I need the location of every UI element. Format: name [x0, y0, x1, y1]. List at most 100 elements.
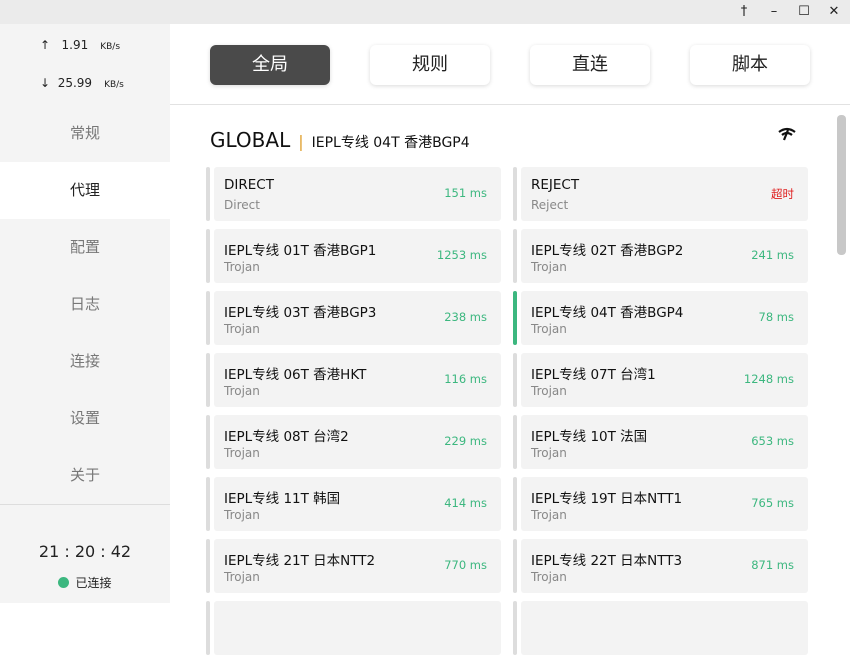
- proxy-delay[interactable]: 1253 ms: [437, 248, 487, 262]
- proxy-name: IEPL专线 07T 台湾1: [531, 367, 656, 383]
- close-button[interactable]: ✕: [825, 3, 843, 21]
- clock: 21 : 20 : 42: [38, 542, 132, 561]
- proxy-card[interactable]: DIRECT Direct 151 ms: [214, 167, 501, 221]
- proxy-name: IEPL专线 01T 香港BGP1: [224, 243, 377, 259]
- selection-indicator: [206, 353, 210, 407]
- proxy-name: IEPL专线 19T 日本NTT1: [531, 491, 683, 507]
- proxy-type: Trojan: [531, 260, 567, 274]
- proxy-delay[interactable]: 414 ms: [444, 496, 487, 510]
- proxy-delay[interactable]: 78 ms: [759, 310, 794, 324]
- mode-button[interactable]: 规则: [370, 45, 490, 85]
- proxy-card[interactable]: IEPL专线 02T 香港BGP2 Trojan 241 ms: [521, 229, 808, 283]
- maximize-button[interactable]: ☐: [795, 3, 813, 21]
- proxy-delay[interactable]: 超时: [771, 186, 794, 202]
- proxy-card[interactable]: IEPL专线 19T 日本NTT1 Trojan 765 ms: [521, 477, 808, 531]
- proxy-card[interactable]: IEPL专线 01T 香港BGP1 Trojan 1253 ms: [214, 229, 501, 283]
- proxy-card[interactable]: [521, 601, 808, 655]
- proxy-delay[interactable]: 1248 ms: [744, 372, 794, 386]
- selection-indicator: [513, 353, 517, 407]
- upload-arrow-icon: ↑: [40, 38, 51, 52]
- download-unit: KB/s: [104, 80, 124, 90]
- selection-indicator: [206, 415, 210, 469]
- selection-indicator: [206, 167, 210, 221]
- selection-indicator: [513, 539, 517, 593]
- traffic-panel: ↑ 1.91 KB/s ↓ 25.99 KB/s: [0, 24, 170, 104]
- download-arrow-icon: ↓: [40, 76, 51, 90]
- proxy-type: Trojan: [224, 570, 260, 584]
- proxy-type: Trojan: [531, 384, 567, 398]
- group-header: GLOBAL | IEPL专线 04T 香港BGP4: [210, 128, 470, 152]
- selection-indicator: [206, 229, 210, 283]
- proxy-card[interactable]: IEPL专线 07T 台湾1 Trojan 1248 ms: [521, 353, 808, 407]
- latency-test-icon[interactable]: [778, 127, 796, 145]
- proxy-delay[interactable]: 653 ms: [751, 434, 794, 448]
- proxy-name: IEPL专线 21T 日本NTT2: [224, 553, 376, 569]
- proxy-delay[interactable]: 765 ms: [751, 496, 794, 510]
- proxy-delay[interactable]: 241 ms: [751, 248, 794, 262]
- proxy-card[interactable]: [214, 601, 501, 655]
- proxy-card[interactable]: IEPL专线 11T 韩国 Trojan 414 ms: [214, 477, 501, 531]
- sidebar-item[interactable]: 关于: [0, 447, 170, 504]
- mode-button[interactable]: 脚本: [690, 45, 810, 85]
- sidebar-item[interactable]: 连接: [0, 333, 170, 390]
- proxy-type: Trojan: [531, 322, 567, 336]
- download-value: 25.99: [57, 76, 93, 90]
- proxy-type: Trojan: [224, 322, 260, 336]
- proxy-name: IEPL专线 22T 日本NTT3: [531, 553, 683, 569]
- proxy-delay[interactable]: 871 ms: [751, 558, 794, 572]
- proxy-name: IEPL专线 03T 香港BGP3: [224, 305, 377, 321]
- download-speed: ↓ 25.99 KB/s: [40, 76, 124, 90]
- proxy-delay[interactable]: 229 ms: [444, 434, 487, 448]
- sidebar-item[interactable]: 配置: [0, 219, 170, 276]
- proxy-type: Trojan: [224, 446, 260, 460]
- title-bar: † – ☐ ✕: [0, 0, 850, 24]
- selection-indicator: [513, 229, 517, 283]
- proxy-card[interactable]: IEPL专线 10T 法国 Trojan 653 ms: [521, 415, 808, 469]
- proxy-delay[interactable]: 151 ms: [444, 186, 487, 200]
- upload-unit: KB/s: [100, 42, 121, 52]
- separator: |: [298, 132, 304, 151]
- sidebar-item[interactable]: 常规: [0, 105, 170, 162]
- proxy-delay[interactable]: 770 ms: [444, 558, 487, 572]
- proxy-delay[interactable]: 238 ms: [444, 310, 487, 324]
- selection-indicator: [513, 167, 517, 221]
- upload-value: 1.91: [61, 38, 89, 52]
- connection-status: 已连接: [0, 574, 170, 591]
- selection-indicator: [513, 477, 517, 531]
- selection-indicator: [206, 539, 210, 593]
- proxy-name: REJECT: [531, 177, 580, 193]
- sidebar-item[interactable]: 代理: [0, 162, 170, 219]
- proxy-card[interactable]: IEPL专线 22T 日本NTT3 Trojan 871 ms: [521, 539, 808, 593]
- proxy-name: IEPL专线 04T 香港BGP4: [531, 305, 684, 321]
- proxy-card[interactable]: IEPL专线 21T 日本NTT2 Trojan 770 ms: [214, 539, 501, 593]
- proxy-card[interactable]: REJECT Reject 超时: [521, 167, 808, 221]
- proxy-type: Trojan: [224, 384, 260, 398]
- proxy-name: IEPL专线 08T 台湾2: [224, 429, 349, 445]
- proxy-delay[interactable]: 116 ms: [444, 372, 487, 386]
- proxy-name: IEPL专线 10T 法国: [531, 429, 648, 445]
- upload-speed: ↑ 1.91 KB/s: [40, 38, 120, 52]
- selection-indicator: [513, 415, 517, 469]
- sidebar-item[interactable]: 日志: [0, 276, 170, 333]
- proxy-name: IEPL专线 11T 韩国: [224, 491, 341, 507]
- mode-button[interactable]: 全局: [210, 45, 330, 85]
- proxy-card[interactable]: IEPL专线 08T 台湾2 Trojan 229 ms: [214, 415, 501, 469]
- sidebar-item[interactable]: 设置: [0, 390, 170, 447]
- sidebar: ↑ 1.91 KB/s ↓ 25.99 KB/s 常规 代理 配置 日志 连接 设置 关于 21…: [0, 24, 170, 603]
- proxy-card[interactable]: IEPL专线 06T 香港HKT Trojan 116 ms: [214, 353, 501, 407]
- proxy-type: Trojan: [224, 260, 260, 274]
- selection-indicator: [513, 601, 517, 655]
- group-name: GLOBAL: [210, 128, 291, 152]
- scrollbar[interactable]: [837, 115, 846, 255]
- mode-button[interactable]: 直连: [530, 45, 650, 85]
- pin-icon[interactable]: †: [735, 3, 753, 21]
- proxy-type: Reject: [531, 198, 569, 212]
- minimize-button[interactable]: –: [765, 3, 783, 21]
- proxy-name: IEPL专线 02T 香港BGP2: [531, 243, 684, 259]
- proxy-type: Direct: [224, 198, 260, 212]
- proxy-type: Trojan: [531, 570, 567, 584]
- selection-indicator: [513, 291, 517, 345]
- proxy-card[interactable]: IEPL专线 04T 香港BGP4 Trojan 78 ms: [521, 291, 808, 345]
- status-label: 已连接: [75, 576, 112, 590]
- proxy-card[interactable]: IEPL专线 03T 香港BGP3 Trojan 238 ms: [214, 291, 501, 345]
